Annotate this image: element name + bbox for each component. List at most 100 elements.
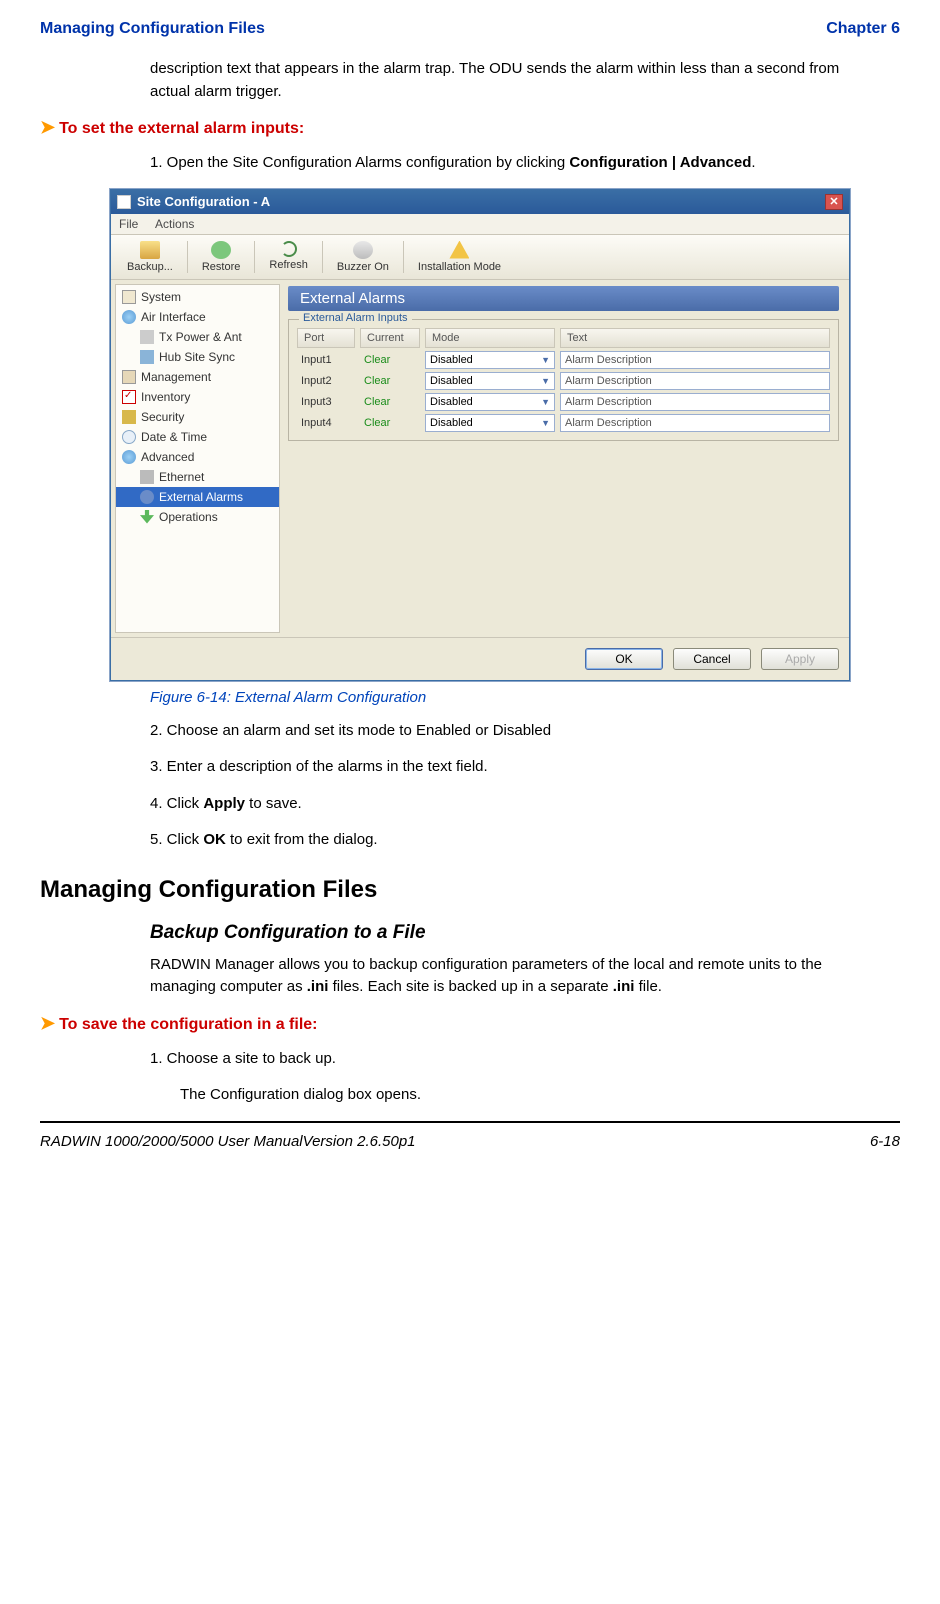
sidebar-item-label: External Alarms: [159, 490, 243, 504]
chevron-down-icon: ▼: [541, 418, 550, 428]
proc2-step1: 1. Choose a site to back up.: [150, 1048, 880, 1071]
chevron-icon: ➤: [40, 117, 55, 138]
port-label: Input4: [297, 414, 355, 432]
intro-text: description text that appears in the ala…: [150, 58, 880, 103]
sidebar-item-security[interactable]: Security: [116, 407, 279, 427]
description-input[interactable]: Alarm Description: [560, 351, 830, 369]
inv-icon: [122, 390, 136, 404]
footer-right: 6-18: [870, 1133, 900, 1150]
ext-icon: [140, 490, 154, 504]
restore-button[interactable]: Restore: [192, 239, 251, 275]
sidebar-item-hub-site-sync[interactable]: Hub Site Sync: [116, 347, 279, 367]
sidebar-item-external-alarms[interactable]: External Alarms: [116, 487, 279, 507]
site-config-window: Site Configuration - A ✕ File Actions Ba…: [110, 189, 850, 681]
refresh-icon: [281, 241, 297, 257]
sidebar-item-operations[interactable]: Operations: [116, 507, 279, 527]
current-status: Clear: [360, 351, 420, 369]
backup-para: RADWIN Manager allows you to backup conf…: [150, 954, 880, 999]
sidebar-item-label: System: [141, 290, 181, 304]
hub-icon: [140, 350, 154, 364]
buzzer-button[interactable]: Buzzer On: [327, 239, 399, 275]
backup-button[interactable]: Backup...: [117, 239, 183, 275]
sidebar-item-date-time[interactable]: Date & Time: [116, 427, 279, 447]
mode-dropdown[interactable]: Disabled▼: [425, 414, 555, 432]
dialog-buttons: OK Cancel Apply: [111, 637, 849, 680]
install-icon: [449, 241, 469, 259]
sidebar-item-label: Tx Power & Ant: [159, 330, 242, 344]
adv-icon: [122, 450, 136, 464]
restore-icon: [211, 241, 231, 259]
backup-icon: [140, 241, 160, 259]
sidebar-item-label: Management: [141, 370, 211, 384]
proc2-step1b: The Configuration dialog box opens.: [180, 1084, 880, 1107]
header-right: Chapter 6: [826, 20, 900, 38]
figure-caption: Figure 6-14: External Alarm Configuratio…: [150, 689, 900, 706]
header-left: Managing Configuration Files: [40, 20, 265, 38]
chevron-down-icon: ▼: [541, 397, 550, 407]
port-label: Input1: [297, 351, 355, 369]
sidebar-item-label: Hub Site Sync: [159, 350, 235, 364]
sidebar-item-label: Security: [141, 410, 184, 424]
chevron-down-icon: ▼: [541, 355, 550, 365]
step3: 3. Enter a description of the alarms in …: [150, 756, 880, 779]
mode-dropdown[interactable]: Disabled▼: [425, 372, 555, 390]
sidebar-item-system[interactable]: System: [116, 287, 279, 307]
col-header-mode: Mode: [425, 328, 555, 348]
description-input[interactable]: Alarm Description: [560, 372, 830, 390]
menu-actions[interactable]: Actions: [155, 217, 194, 231]
port-label: Input2: [297, 372, 355, 390]
ops-icon: [140, 510, 154, 524]
proc1-title: To set the external alarm inputs:: [59, 120, 304, 138]
sidebar: System Air Interface Tx Power & Ant Hub Sit…: [115, 284, 280, 633]
sidebar-item-advanced[interactable]: Advanced: [116, 447, 279, 467]
sidebar-item-label: Operations: [159, 510, 218, 524]
col-header-text: Text: [560, 328, 830, 348]
mode-dropdown[interactable]: Disabled▼: [425, 351, 555, 369]
mode-dropdown[interactable]: Disabled▼: [425, 393, 555, 411]
tx-icon: [140, 330, 154, 344]
footer-left: RADWIN 1000/2000/5000 User ManualVersion…: [40, 1133, 416, 1150]
sidebar-item-air-interface[interactable]: Air Interface: [116, 307, 279, 327]
sidebar-item-label: Ethernet: [159, 470, 204, 484]
install-mode-button[interactable]: Installation Mode: [408, 239, 511, 275]
sidebar-item-label: Advanced: [141, 450, 194, 464]
page-header: Managing Configuration Files Chapter 6: [40, 20, 900, 38]
window-title: Site Configuration - A: [137, 194, 270, 209]
eth-icon: [140, 470, 154, 484]
description-input[interactable]: Alarm Description: [560, 393, 830, 411]
procedure-heading-2: ➤ To save the configuration in a file:: [40, 1013, 900, 1034]
sys-icon: [122, 290, 136, 304]
sidebar-item-label: Inventory: [141, 390, 190, 404]
ok-button[interactable]: OK: [585, 648, 663, 670]
sidebar-item-ethernet[interactable]: Ethernet: [116, 467, 279, 487]
port-label: Input3: [297, 393, 355, 411]
sidebar-item-label: Air Interface: [141, 310, 206, 324]
buzzer-icon: [353, 241, 373, 259]
current-status: Clear: [360, 372, 420, 390]
step4: 4. Click Apply to save.: [150, 793, 880, 816]
mgmt-icon: [122, 370, 136, 384]
panel-title: External Alarms: [288, 286, 839, 311]
toolbar: Backup... Restore Refresh Buzzer On Inst…: [111, 235, 849, 280]
section-heading: Managing Configuration Files: [40, 876, 900, 904]
chevron-icon: ➤: [40, 1013, 55, 1034]
sidebar-item-inventory[interactable]: Inventory: [116, 387, 279, 407]
step1: 1. Open the Site Configuration Alarms co…: [150, 152, 880, 175]
col-header-current: Current: [360, 328, 420, 348]
apply-button[interactable]: Apply: [761, 648, 839, 670]
window-icon: [117, 195, 131, 209]
sidebar-item-management[interactable]: Management: [116, 367, 279, 387]
step2: 2. Choose an alarm and set its mode to E…: [150, 720, 880, 743]
current-status: Clear: [360, 393, 420, 411]
titlebar: Site Configuration - A ✕: [111, 190, 849, 214]
refresh-button[interactable]: Refresh: [259, 239, 318, 275]
subsection-heading: Backup Configuration to a File: [150, 922, 900, 944]
menu-file[interactable]: File: [119, 217, 138, 231]
external-inputs-group: External Alarm Inputs PortCurrentModeTex…: [288, 319, 839, 441]
air-icon: [122, 310, 136, 324]
sidebar-item-label: Date & Time: [141, 430, 207, 444]
cancel-button[interactable]: Cancel: [673, 648, 751, 670]
close-button[interactable]: ✕: [825, 194, 843, 210]
sidebar-item-tx-power-ant[interactable]: Tx Power & Ant: [116, 327, 279, 347]
description-input[interactable]: Alarm Description: [560, 414, 830, 432]
